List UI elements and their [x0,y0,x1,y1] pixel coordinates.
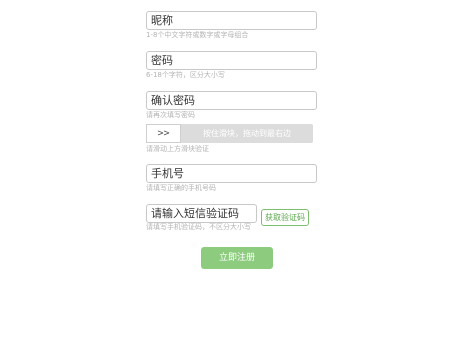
nickname-hint: 1-8个中文字符或数字或字母组合 [146,31,249,39]
sms-code-input[interactable]: 请输入短信验证码 [146,204,257,223]
sms-code-hint: 请填写手机验证码，不区分大小写 [146,223,251,231]
slider-prompt: 按住滑块，拖动到最右边 [203,129,291,138]
confirm-password-input[interactable]: 确认密码 [146,91,317,110]
password-hint: 6-18个字符，区分大小写 [146,71,225,79]
slider-captcha[interactable]: >> 按住滑块，拖动到最右边 [146,124,313,143]
phone-input[interactable]: 手机号 [146,164,317,183]
password-input[interactable]: 密码 [146,51,317,70]
slider-hint: 请滑动上方滑块验证 [146,145,209,153]
get-sms-code-button[interactable]: 获取验证码 [261,209,309,226]
confirm-password-hint: 请再次填写密码 [146,111,195,119]
slider-handle[interactable]: >> [146,124,181,143]
phone-hint: 请填写正确的手机号码 [146,184,216,192]
nickname-input[interactable]: 昵称 [146,11,317,30]
register-button[interactable]: 立即注册 [201,247,273,269]
